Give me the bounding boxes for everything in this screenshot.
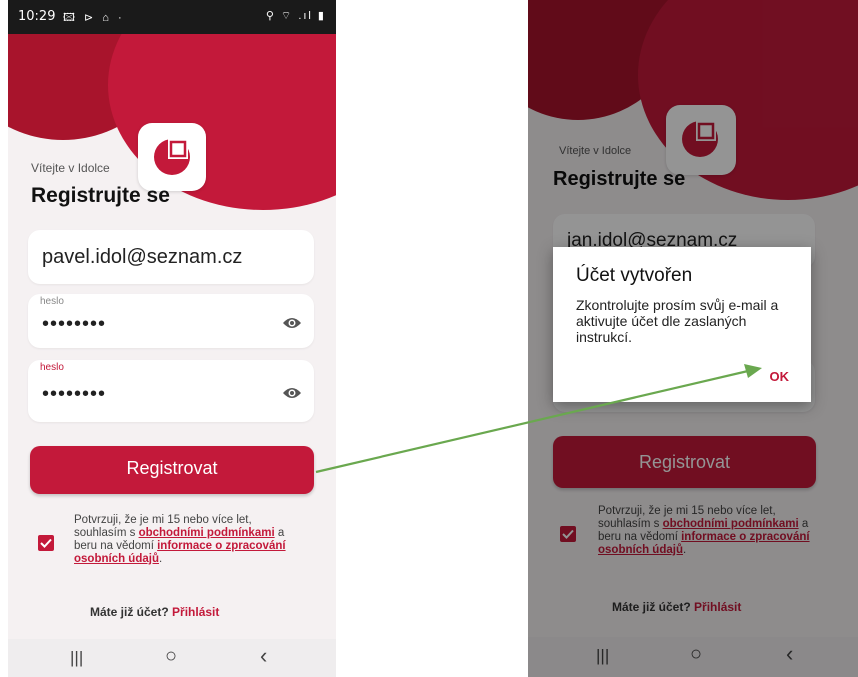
flow-arrow-icon bbox=[315, 364, 762, 474]
